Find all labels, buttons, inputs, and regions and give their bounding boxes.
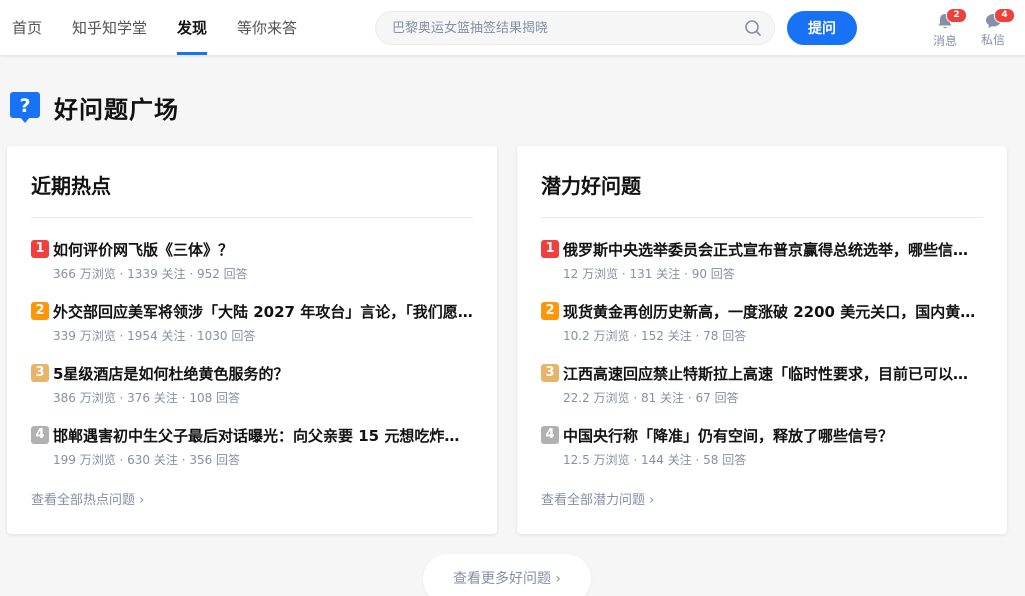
see-all-potential-link[interactable]: 查看全部潜力问题 › (541, 489, 654, 508)
question-title[interactable]: 如何评价网飞版《三体》？ (53, 239, 233, 260)
messages-badge: 4 (994, 8, 1015, 23)
messages-label: 私信 (980, 33, 1005, 47)
notification-badge: 2 (946, 8, 967, 23)
question-title[interactable]: 外交部回应美军将领涉「大陆 2027 年攻台」言论，「我们愿以最大诚意、尽最大努… (53, 301, 473, 322)
question-link[interactable]: 2 外交部回应美军将领涉「大陆 2027 年攻台」言论，「我们愿以最大诚意、尽最… (31, 301, 473, 321)
question-stats: 12.5 万浏览 · 144 关注 · 58 回答 (563, 453, 747, 467)
question-title[interactable]: 俄罗斯中央选举委员会正式宣布普京赢得总统选举，哪些信息值得关注？ (563, 239, 983, 260)
rank-badge: 3 (31, 364, 49, 382)
question-stats: 339 万浏览 · 1954 关注 · 1030 回答 (53, 329, 256, 343)
hot-item-2: 2 外交部回应美军将领涉「大陆 2027 年攻台」言论，「我们愿以最大诚意、尽最… (31, 301, 473, 344)
search-icon[interactable] (744, 19, 762, 37)
page-title: 好问题广场 (54, 96, 179, 124)
hot-topics-title: 近期热点 (31, 174, 111, 198)
question-link[interactable]: 4 邯郸遇害初中生父子最后对话曝光：向父亲要 15 元想吃炸酱面，父亲让他回家吃 (31, 425, 473, 445)
potential-questions-card: 潜力好问题 1 俄罗斯中央选举委员会正式宣布普京赢得总统选举，哪些信息值得关注？… (517, 146, 1007, 534)
ask-question-button[interactable]: 提问 (787, 11, 857, 45)
messages-button[interactable]: 4 私信 (973, 8, 1015, 50)
question-link[interactable]: 4 中国央行称「降准」仍有空间，释放了哪些信号？ (541, 425, 983, 445)
hot-topics-card: 近期热点 1 如何评价网飞版《三体》？ 366 万浏览 · 1339 关注 · … (7, 146, 497, 534)
question-stats: 10.2 万浏览 · 152 关注 · 78 回答 (563, 329, 747, 343)
rank-badge: 1 (541, 240, 559, 258)
hot-item-4: 4 邯郸遇害初中生父子最后对话曝光：向父亲要 15 元想吃炸酱面，父亲让他回家吃… (31, 425, 473, 468)
question-title[interactable]: 邯郸遇害初中生父子最后对话曝光：向父亲要 15 元想吃炸酱面，父亲让他回家吃 (53, 425, 473, 446)
svg-text:?: ? (19, 95, 30, 117)
rank-badge: 2 (541, 302, 559, 320)
notifications-button[interactable]: 2 消息 (925, 8, 967, 50)
question-stats: 366 万浏览 · 1339 关注 · 952 回答 (53, 267, 248, 281)
nav-zhixuetang[interactable]: 知乎知学堂 (72, 0, 147, 55)
search-input[interactable] (392, 12, 732, 44)
potential-item-1: 1 俄罗斯中央选举委员会正式宣布普京赢得总统选举，哪些信息值得关注？ 12 万浏… (541, 239, 983, 282)
question-title[interactable]: 江西高速回应禁止特斯拉上高速「临时性要求，目前已可以正常通行」，背后原因是什么？ (563, 363, 983, 384)
rank-badge: 4 (31, 426, 49, 444)
rank-badge: 4 (541, 426, 559, 444)
nav-waiting-answers[interactable]: 等你来答 (237, 0, 297, 55)
search-box (375, 11, 775, 45)
question-title[interactable]: 中国央行称「降准」仍有空间，释放了哪些信号？ (563, 425, 893, 446)
question-stats: 22.2 万浏览 · 81 关注 · 67 回答 (563, 391, 739, 405)
potential-item-3: 3 江西高速回应禁止特斯拉上高速「临时性要求，目前已可以正常通行」，背后原因是什… (541, 363, 983, 406)
rank-badge: 3 (541, 364, 559, 382)
potential-item-4: 4 中国央行称「降准」仍有空间，释放了哪些信号？ 12.5 万浏览 · 144 … (541, 425, 983, 468)
question-link[interactable]: 1 俄罗斯中央选举委员会正式宣布普京赢得总统选举，哪些信息值得关注？ (541, 239, 983, 259)
top-navbar: 首页 知乎知学堂 发现 等你来答 提问 2 消息 4 私信 (0, 0, 1025, 55)
page-header: ? 好问题广场 (10, 90, 179, 125)
question-title[interactable]: 5星级酒店是如何杜绝黄色服务的？ (53, 363, 288, 384)
rank-badge: 2 (31, 302, 49, 320)
question-link[interactable]: 3 5星级酒店是如何杜绝黄色服务的？ (31, 363, 473, 383)
question-stats: 12 万浏览 · 131 关注 · 90 回答 (563, 267, 735, 281)
question-link[interactable]: 1 如何评价网飞版《三体》？ (31, 239, 473, 259)
potential-questions-title: 潜力好问题 (541, 174, 641, 198)
see-all-hot-link[interactable]: 查看全部热点问题 › (31, 489, 144, 508)
question-stats: 199 万浏览 · 630 关注 · 356 回答 (53, 453, 241, 467)
question-link[interactable]: 2 现货黄金再创历史新高，一度涨破 2200 美元关口，国内黄金价格也随之上涨，… (541, 301, 983, 321)
main-nav: 首页 知乎知学堂 发现 等你来答 (12, 0, 327, 55)
notifications-label: 消息 (932, 34, 957, 48)
question-square-icon: ? (10, 91, 40, 124)
nav-discover[interactable]: 发现 (177, 0, 208, 55)
card-divider (31, 217, 473, 218)
question-stats: 386 万浏览 · 376 关注 · 108 回答 (53, 391, 241, 405)
hot-item-1: 1 如何评价网飞版《三体》？ 366 万浏览 · 1339 关注 · 952 回… (31, 239, 473, 282)
card-divider (541, 217, 983, 218)
potential-item-2: 2 现货黄金再创历史新高，一度涨破 2200 美元关口，国内黄金价格也随之上涨，… (541, 301, 983, 344)
nav-home[interactable]: 首页 (12, 0, 42, 55)
question-link[interactable]: 3 江西高速回应禁止特斯拉上高速「临时性要求，目前已可以正常通行」，背后原因是什… (541, 363, 983, 383)
question-title[interactable]: 现货黄金再创历史新高，一度涨破 2200 美元关口，国内黄金价格也随之上涨，如何… (563, 301, 983, 322)
rank-badge: 1 (31, 240, 49, 258)
see-more-questions-button[interactable]: 查看更多好问题 › (423, 554, 591, 596)
hot-item-3: 3 5星级酒店是如何杜绝黄色服务的？ 386 万浏览 · 376 关注 · 10… (31, 363, 473, 406)
